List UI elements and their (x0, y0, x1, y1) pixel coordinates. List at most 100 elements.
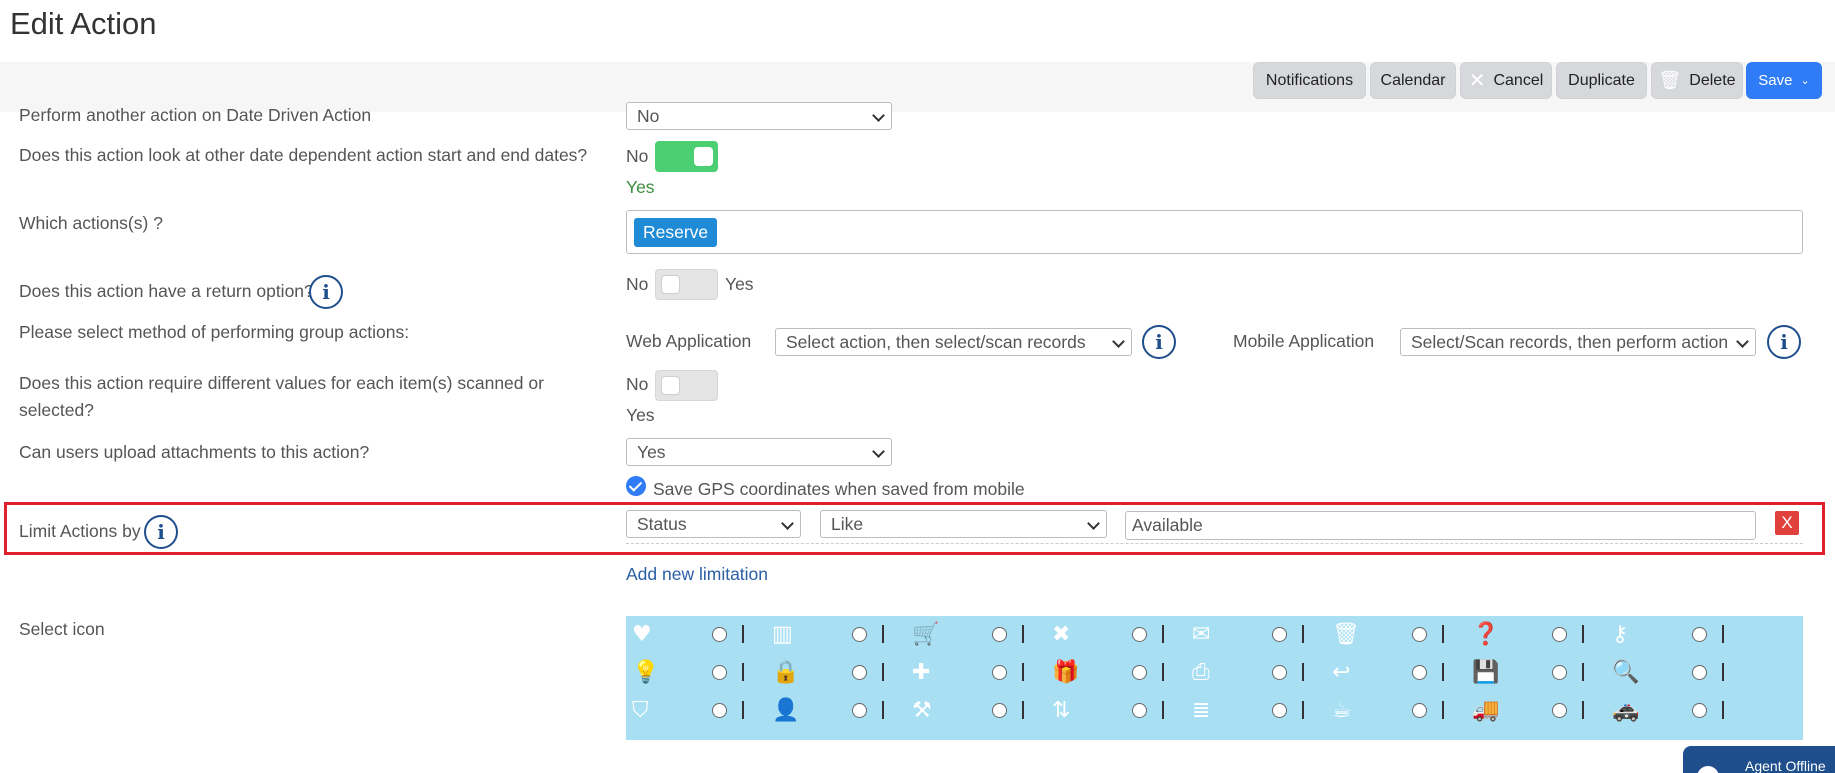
icon-radio[interactable] (1412, 627, 1427, 642)
return-option-text: Does this action have a return option? (19, 281, 314, 301)
web-app-select[interactable]: Select action, then select/scan records (775, 328, 1132, 356)
info-icon[interactable]: i (1767, 325, 1801, 359)
cart-icon: 🛒 (912, 622, 940, 647)
gps-checkbox[interactable] (626, 476, 646, 496)
divider (1722, 701, 1724, 719)
which-actions-multiselect[interactable]: Reserve (626, 210, 1803, 254)
different-values-toggle[interactable] (655, 370, 718, 401)
limit-operator-select[interactable]: Like (820, 510, 1107, 538)
perform-another-select[interactable]: No (626, 102, 892, 130)
delete-button[interactable]: 🗑 Delete (1651, 62, 1743, 99)
divider (1442, 625, 1444, 643)
divider (1442, 663, 1444, 681)
barcode-icon: ▥ (772, 622, 793, 647)
lightbulb-icon: 💡 (632, 660, 660, 685)
limit-value-input[interactable]: Available (1125, 511, 1756, 540)
divider (1582, 625, 1584, 643)
icon-radio[interactable] (1412, 665, 1427, 680)
divider (1162, 625, 1164, 643)
icon-radio[interactable] (1692, 703, 1707, 718)
agent-status-widget[interactable]: Agent Offline (1683, 746, 1835, 773)
icon-radio[interactable] (1552, 627, 1567, 642)
return-option-label: Does this action have a return option? (19, 278, 314, 305)
limit-label: Limit Actions by (19, 518, 141, 545)
cancel-button[interactable]: ✕ Cancel (1460, 62, 1552, 99)
icon-radio[interactable] (852, 703, 867, 718)
remove-limitation-button[interactable]: X (1775, 511, 1799, 535)
info-icon[interactable]: i (309, 275, 343, 309)
chevron-down-icon (1087, 517, 1100, 530)
chevron-down-icon (1112, 335, 1125, 348)
divider (742, 701, 744, 719)
icon-radio[interactable] (992, 703, 1007, 718)
chat-icon (1697, 766, 1719, 773)
duplicate-label: Duplicate (1568, 71, 1635, 89)
heart-icon: ♥ (632, 622, 652, 647)
icon-radio[interactable] (1132, 627, 1147, 642)
different-values-no: No (626, 374, 649, 394)
chevron-down-icon: ⌄ (1800, 75, 1810, 87)
limit-field-select[interactable]: Status (626, 510, 801, 538)
attachments-select[interactable]: Yes (626, 438, 892, 466)
mobile-app-select[interactable]: Select/Scan records, then perform action (1400, 328, 1756, 356)
delete-label: Delete (1689, 71, 1736, 89)
different-values-yes: Yes (626, 405, 655, 425)
icon-radio[interactable] (1132, 665, 1147, 680)
shield-icon: ⛉ (632, 698, 649, 723)
info-icon[interactable]: i (144, 515, 178, 549)
icon-radio[interactable] (1272, 627, 1287, 642)
icon-radio[interactable] (992, 627, 1007, 642)
save-button[interactable]: Save ⌄ (1746, 62, 1822, 99)
icon-radio[interactable] (1552, 665, 1567, 680)
limit-label-text: Limit Actions by (19, 521, 141, 541)
icon-radio[interactable] (1272, 665, 1287, 680)
icon-radio[interactable] (1692, 627, 1707, 642)
return-option-toggle[interactable] (655, 269, 718, 300)
limit-operator-value: Like (831, 514, 864, 534)
page-title: Edit Action (10, 6, 157, 41)
icon-radio[interactable] (992, 665, 1007, 680)
notifications-button[interactable]: Notifications (1253, 62, 1366, 99)
chevron-down-icon (781, 517, 794, 530)
return-icon: ↩ (1332, 660, 1351, 685)
toggle-knob (661, 275, 680, 294)
gift-icon: 🎁 (1052, 660, 1080, 685)
toggle-knob (661, 376, 680, 395)
divider (1582, 701, 1584, 719)
question-icon: ❓ (1472, 622, 1500, 647)
which-actions-label: Which actions(s) ? (19, 213, 163, 233)
search-icon: 🔍 (1612, 660, 1640, 685)
add-limitation-link[interactable]: Add new limitation (626, 564, 768, 585)
icon-radio[interactable] (1412, 703, 1427, 718)
close-icon: ✖ (1052, 622, 1071, 647)
save-label: Save (1758, 72, 1793, 89)
different-values-label: Does this action require different value… (19, 373, 544, 420)
action-chip[interactable]: Reserve (634, 218, 718, 247)
icon-radio[interactable] (712, 665, 727, 680)
icon-radio[interactable] (1132, 703, 1147, 718)
print-icon: ⎙ (1192, 660, 1210, 685)
gps-label: Save GPS coordinates when saved from mob… (653, 479, 1025, 499)
date-dependent-toggle[interactable] (655, 141, 718, 172)
icon-picker: ♥ ▥ 🛒 ✖ ✉ 🗑 ❓ ⚷ 💡 🔒 ✚ 🎁 ⎙ ↩ 💾 🔍 ⛉ 👤 ⚒ ⇅ … (626, 616, 1803, 740)
save-icon: 💾 (1472, 660, 1500, 685)
icon-radio[interactable] (1552, 703, 1567, 718)
icon-radio[interactable] (712, 703, 727, 718)
envelope-icon: ✉ (1192, 622, 1211, 647)
icon-radio[interactable] (1272, 703, 1287, 718)
icon-radio[interactable] (712, 627, 727, 642)
divider (1442, 701, 1444, 719)
calendar-label: Calendar (1380, 71, 1446, 89)
duplicate-button[interactable]: Duplicate (1556, 62, 1647, 99)
divider (1722, 625, 1724, 643)
info-icon[interactable]: i (1142, 325, 1176, 359)
icon-radio[interactable] (852, 665, 867, 680)
web-app-value: Select action, then select/scan records (786, 332, 1086, 352)
tools-icon: ⚒ (912, 698, 932, 723)
icon-radio[interactable] (852, 627, 867, 642)
divider (1302, 701, 1304, 719)
calendar-button[interactable]: Calendar (1370, 62, 1456, 99)
icon-radio[interactable] (1692, 665, 1707, 680)
divider (1162, 701, 1164, 719)
toggle-knob (694, 147, 713, 166)
